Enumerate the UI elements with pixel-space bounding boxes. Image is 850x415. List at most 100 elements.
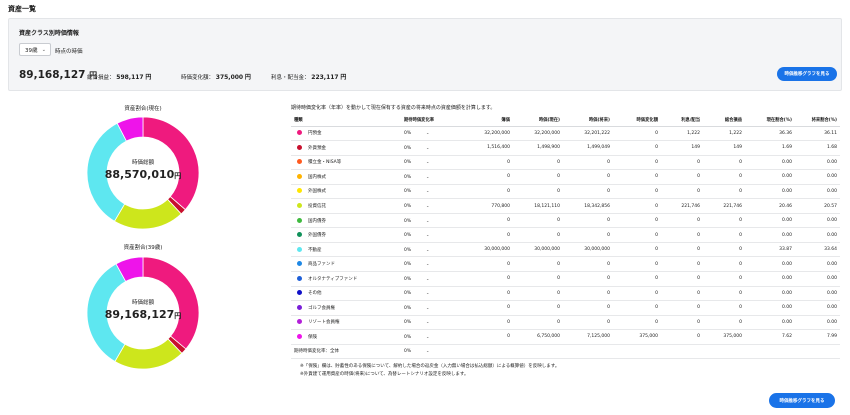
table-cell: 0	[613, 169, 661, 185]
color-dot-icon	[297, 319, 302, 325]
rate-select[interactable]: 0% ⌄	[401, 256, 453, 272]
age-select-value: 39歳	[25, 47, 38, 54]
table-cell: 0.00	[795, 227, 840, 243]
table-cell: 0	[613, 242, 661, 258]
empty-cell	[613, 344, 661, 360]
table-row: 不動産 0% ⌄ 30,000,000 30,000,000 30,000,000 0 0 0 3…	[291, 242, 840, 258]
empty-cell	[795, 344, 840, 360]
color-dot-icon	[297, 188, 302, 194]
chevron-down-icon: ⌄	[426, 159, 430, 165]
table-cell: 149	[661, 140, 703, 156]
overall-rate-row: 期待時価変化率：全体 0% ⌄	[291, 344, 840, 360]
note-line: ※「保険」欄は、貯蓄性のある保険について、解約した場合の返戻金（入力無い場合は払…	[300, 364, 560, 369]
table-cell: 0	[453, 155, 513, 171]
rate-select[interactable]: 0% ⌄	[401, 315, 453, 331]
table-cell: 0	[703, 300, 745, 316]
chevron-down-icon: ⌄	[426, 217, 430, 223]
table-row: 外国債券 0% ⌄ 0 0 0 0 0 0 0.00 0.00	[291, 227, 840, 243]
asset-name-cell: 投資信託	[291, 198, 401, 214]
page-title: 資産一覧	[8, 5, 36, 13]
table-cell: 0	[613, 271, 661, 287]
asset-name: 不動産	[308, 247, 322, 253]
rate-select[interactable]: 0% ⌄	[401, 344, 453, 360]
asset-name-cell: ゴルフ会員権	[291, 300, 401, 316]
asset-name: 保険	[308, 334, 317, 340]
chevron-down-icon: ⌄	[426, 246, 430, 252]
rate-select[interactable]: 0% ⌄	[401, 271, 453, 287]
table-cell: 0	[703, 227, 745, 243]
color-dot-icon	[297, 232, 302, 238]
note-line: ※外貨建て運用資産の時価(将来)について、為替レートシナリオ設定を反映します。	[300, 371, 469, 377]
notes: ※「保険」欄は、貯蓄性のある保険について、解約した場合の返戻金（入力無い場合は払…	[300, 363, 559, 378]
donut-title-current: 資産割合(現在)	[124, 106, 162, 112]
rate-select[interactable]: 0% ⌄	[401, 155, 453, 171]
table-cell: 36.36	[745, 126, 795, 142]
table-cell: 1.68	[795, 140, 840, 156]
table-cell: 30,000,000	[513, 242, 563, 258]
rate-select[interactable]: 0% ⌄	[401, 300, 453, 316]
rate-value: 0%	[404, 334, 412, 340]
color-dot-icon	[297, 333, 302, 339]
rate-value: 0%	[404, 233, 412, 239]
rate-select[interactable]: 0% ⌄	[401, 242, 453, 258]
rate-select[interactable]: 0% ⌄	[401, 140, 453, 156]
table-cell: 0	[613, 213, 661, 229]
age-select[interactable]: 39歳 ⌄	[19, 43, 51, 56]
column-header: 時価変化額	[613, 115, 661, 127]
chevron-down-icon: ⌄	[426, 144, 430, 150]
table-cell: 0	[703, 184, 745, 200]
column-header: 簿価	[453, 115, 513, 127]
table-cell: 0	[563, 213, 613, 229]
table-cell: 0	[453, 286, 513, 302]
chevron-down-icon: ⌄	[426, 290, 430, 296]
rate-select[interactable]: 0% ⌄	[401, 169, 453, 185]
table-row: 外貨預金 0% ⌄ 1,516,400 1,498,900 1,499,049 0 149 14…	[291, 140, 840, 156]
table-cell: 0	[661, 184, 703, 200]
table-row: 投資信託 0% ⌄ 770,800 18,121,110 18,342,856 0 221,7…	[291, 198, 840, 214]
rate-select[interactable]: 0% ⌄	[401, 126, 453, 142]
graph-button-bottom[interactable]: 時価推移グラフを見る	[769, 393, 835, 408]
rate-select[interactable]: 0% ⌄	[401, 227, 453, 243]
table-cell: 0	[613, 155, 661, 171]
table-row: 商品ファンド 0% ⌄ 0 0 0 0 0 0 0.00 0.00	[291, 256, 840, 272]
chevron-down-icon: ⌄	[426, 188, 430, 194]
table-cell: 0.00	[795, 184, 840, 200]
table-cell: 0	[563, 286, 613, 302]
asset-name: 商品ファンド	[308, 262, 335, 268]
table-cell: 0	[703, 271, 745, 287]
rate-select[interactable]: 0% ⌄	[401, 184, 453, 200]
donut-center-value: 89,168,127円	[85, 308, 201, 321]
table-cell: 0.00	[795, 169, 840, 185]
table-cell: 0.00	[745, 184, 795, 200]
empty-cell	[453, 344, 513, 360]
table-row: ゴルフ会員権 0% ⌄ 0 0 0 0 0 0 0.00 0.00	[291, 300, 840, 316]
table-cell: 0	[661, 155, 703, 171]
table-cell: 0	[513, 213, 563, 229]
rate-value: 0%	[404, 145, 412, 151]
table-row: 積立金・NISA等 0% ⌄ 0 0 0 0 0 0 0.00 0.00	[291, 155, 840, 171]
metric-unit: 円	[340, 74, 347, 81]
rate-value: 0%	[404, 262, 412, 268]
rate-select[interactable]: 0% ⌄	[401, 286, 453, 302]
table-cell: 0	[513, 227, 563, 243]
rate-select[interactable]: 0% ⌄	[401, 213, 453, 229]
rate-select[interactable]: 0% ⌄	[401, 198, 453, 214]
graph-button-top[interactable]: 時価推移グラフを見る	[777, 67, 837, 81]
color-dot-icon	[297, 173, 302, 179]
table-cell: 32,200,000	[453, 126, 513, 142]
table-cell: 18,342,856	[563, 198, 613, 214]
column-header: 現在割合(%)	[745, 115, 795, 127]
rate-select[interactable]: 0% ⌄	[401, 329, 453, 345]
table-cell: 0	[563, 300, 613, 316]
table-cell: 36.11	[795, 126, 840, 142]
table-cell: 20.57	[795, 198, 840, 214]
table-cell: 0	[453, 184, 513, 200]
table-cell: 0.00	[745, 286, 795, 302]
metric-label: 総合損益：	[87, 75, 115, 81]
donut-center-number: 88,570,010	[104, 168, 175, 181]
asset-name-cell: その他	[291, 286, 401, 302]
rate-value: 0%	[404, 291, 412, 297]
table-cell: 0.00	[795, 213, 840, 229]
empty-cell	[513, 344, 563, 360]
table-cell: 0	[613, 140, 661, 156]
